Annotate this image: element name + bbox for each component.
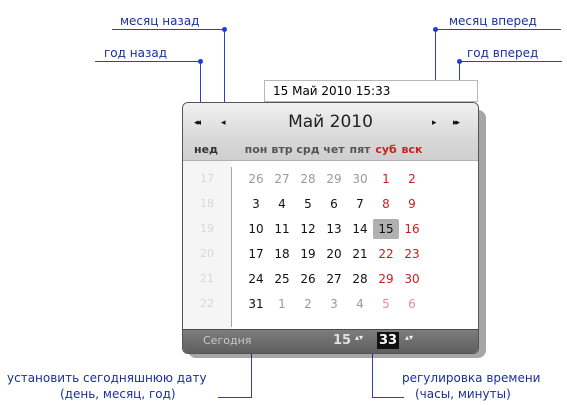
day-cell[interactable]: 13	[321, 219, 347, 239]
day-cell[interactable]: 27	[269, 169, 295, 189]
day-cell[interactable]: 11	[269, 219, 295, 239]
day-cell[interactable]: 20	[321, 244, 347, 264]
week-number: 20	[200, 247, 214, 260]
month-forward-leader-h	[435, 29, 561, 30]
year-back-leader-dot	[198, 59, 203, 64]
next-month-button[interactable]: ▸	[432, 118, 436, 128]
today-button[interactable]: Сегодня	[203, 334, 251, 347]
weekday-tue: втр	[271, 143, 293, 156]
day-cell[interactable]: 1	[373, 169, 399, 189]
weekday-header-row: нед пон втр срд чет пят суб вск	[183, 141, 478, 159]
day-cell[interactable]: 29	[321, 169, 347, 189]
day-cell[interactable]: 4	[347, 294, 373, 314]
hours-spinner-icon[interactable]: ▴▾	[355, 334, 363, 342]
next-year-button[interactable]: ▸▸	[453, 118, 460, 128]
day-cell[interactable]: 17	[243, 244, 269, 264]
day-cell[interactable]: 23	[399, 244, 425, 264]
month-back-annotation: месяц назад	[120, 14, 200, 28]
weekday-sun: вск	[401, 143, 423, 156]
day-cell[interactable]: 2	[399, 169, 425, 189]
day-cell[interactable]: 5	[295, 194, 321, 214]
day-cell[interactable]: 8	[373, 194, 399, 214]
weekday-mon: пон	[244, 143, 268, 156]
today-annotation-line2: (день, месяц, год)	[60, 387, 176, 401]
day-cell[interactable]: 28	[347, 269, 373, 289]
year-back-leader-h	[95, 61, 201, 62]
day-cell[interactable]: 21	[347, 244, 373, 264]
day-cell[interactable]: 28	[295, 169, 321, 189]
today-annotation-line1: установить сегодняшнюю дату	[7, 371, 207, 385]
time-annotation-line1: регулировка времени	[402, 371, 541, 385]
day-cell[interactable]: 5	[373, 294, 399, 314]
minutes-spinner-icon[interactable]: ▴▾	[405, 334, 413, 342]
hours-value[interactable]: 15	[333, 333, 351, 348]
year-forward-leader-h	[459, 61, 562, 62]
day-cell[interactable]: 4	[269, 194, 295, 214]
calendar-footer: Сегодня 15 ▴▾ 33 ▴▾	[183, 329, 478, 353]
day-cell[interactable]: 9	[399, 194, 425, 214]
day-cell[interactable]: 12	[295, 219, 321, 239]
month-back-leader-dot	[222, 27, 227, 32]
day-cell[interactable]: 18	[269, 244, 295, 264]
day-cell[interactable]: 22	[373, 244, 399, 264]
weekday-wed: срд	[296, 143, 320, 156]
date-input[interactable]: 15 Май 2010 15:33	[264, 80, 478, 102]
day-cell[interactable]: 10	[243, 219, 269, 239]
day-cell[interactable]: 30	[399, 269, 425, 289]
week-number: 19	[200, 222, 214, 235]
minutes-field[interactable]: 33	[377, 332, 399, 349]
day-cell[interactable]: 19	[295, 244, 321, 264]
calendar-header: ◂◂ ◂ Май 2010 ▸ ▸▸ нед пон втр срд чет п…	[183, 103, 478, 161]
day-cell[interactable]: 1	[269, 294, 295, 314]
day-cell[interactable]: 2	[295, 294, 321, 314]
weekday-fri: пят	[349, 143, 371, 156]
day-cell[interactable]: 16	[399, 219, 425, 239]
month-forward-annotation: месяц вперед	[449, 14, 537, 28]
selected-day-cell[interactable]: 15	[373, 219, 399, 239]
year-back-annotation: год назад	[104, 46, 167, 60]
day-cell[interactable]: 26	[295, 269, 321, 289]
day-cell[interactable]: 6	[321, 194, 347, 214]
weekday-sat: суб	[375, 143, 397, 156]
day-cell[interactable]: 7	[347, 194, 373, 214]
day-cell[interactable]: 26	[243, 169, 269, 189]
year-forward-leader-dot	[457, 59, 462, 64]
week-number: 21	[200, 272, 214, 285]
week-column-separator	[231, 167, 232, 327]
day-cell[interactable]: 24	[243, 269, 269, 289]
today-leader-h	[218, 397, 252, 398]
month-back-leader-h	[112, 29, 224, 30]
day-cell[interactable]: 3	[321, 294, 347, 314]
week-number: 22	[200, 297, 214, 310]
weekday-thu: чет	[323, 143, 345, 156]
year-forward-annotation: год вперед	[467, 46, 539, 60]
day-cell[interactable]: 14	[347, 219, 373, 239]
week-number-header: нед	[194, 143, 218, 156]
day-cell[interactable]: 27	[321, 269, 347, 289]
week-number: 17	[200, 172, 214, 185]
day-cell[interactable]: 3	[243, 194, 269, 214]
day-cell[interactable]: 31	[243, 294, 269, 314]
month-forward-leader-dot	[433, 27, 438, 32]
day-cell[interactable]: 6	[399, 294, 425, 314]
day-cell[interactable]: 30	[347, 169, 373, 189]
calendar-popup: ◂◂ ◂ Май 2010 ▸ ▸▸ нед пон втр срд чет п…	[182, 102, 479, 354]
time-leader-h	[372, 397, 404, 398]
day-cell[interactable]: 25	[269, 269, 295, 289]
time-annotation-line2: (часы, минуты)	[415, 387, 511, 401]
week-number: 18	[200, 197, 214, 210]
day-cell[interactable]: 29	[373, 269, 399, 289]
